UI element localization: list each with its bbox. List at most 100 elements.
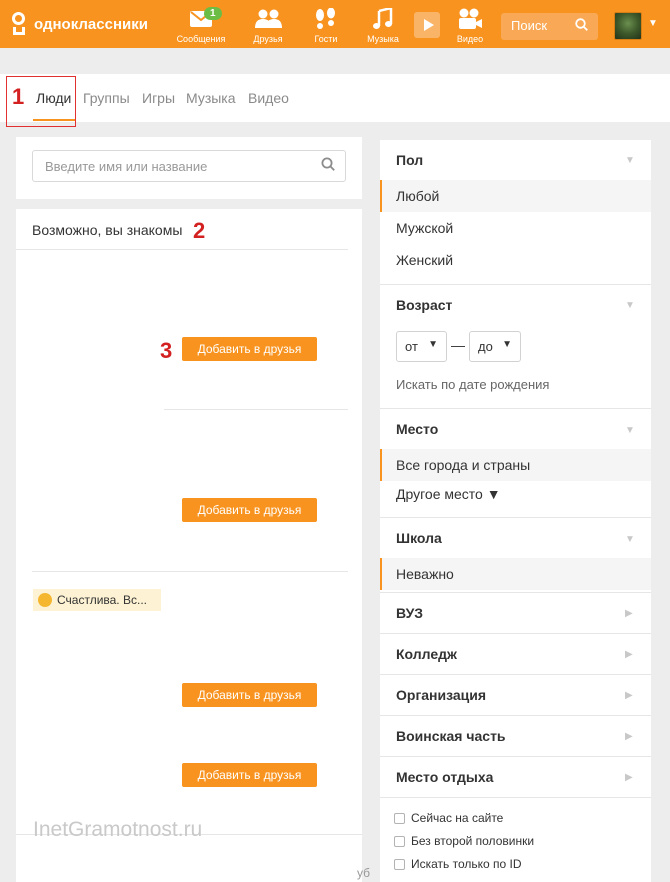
chevron-down-icon: ▼ [428,339,438,350]
filter-divider [380,408,651,409]
unread-messages-badge: 1 [204,7,222,20]
annotation-number-1: 1 [12,84,25,109]
chevron-right-icon[interactable]: ▶ [625,608,633,619]
age-to-value: до [478,339,493,354]
footprints-icon [296,6,356,32]
chevron-down-icon[interactable]: ▼ [625,425,635,436]
tab-groups[interactable]: Группы [83,90,130,106]
checkbox-label: Искать только по ID [411,857,522,871]
checkbox-online-now[interactable]: Сейчас на сайте [394,811,503,825]
search-by-birthdate-link[interactable]: Искать по дате рождения [396,377,549,392]
gender-option-any[interactable]: Любой [396,188,439,204]
header-search-placeholder: Поиск [511,18,548,33]
age-from-select[interactable]: от ▼ [396,331,447,362]
chevron-down-icon[interactable]: ▼ [648,18,658,29]
filter-divider [380,674,651,675]
search-category-tabs: Люди Группы Игры Музыка Видео [0,74,670,122]
section-divider [16,249,348,250]
school-option-any[interactable]: Неважно [396,566,454,582]
age-range-dash: — [451,337,465,353]
chevron-right-icon[interactable]: ▶ [625,649,633,660]
music-note-icon [353,6,413,32]
search-icon[interactable] [321,157,335,175]
annotation-number-2: 2 [193,218,206,243]
nav-guests-label: Гости [314,34,338,44]
filter-divider [380,592,651,593]
nav-friends-label: Друзья [253,34,283,44]
gender-option-male[interactable]: Мужской [396,220,453,236]
list-item-divider [32,571,348,572]
nav-messages[interactable]: 1 Сообщения [171,6,231,44]
place-option-other[interactable]: Другое место ▼ [396,486,501,502]
list-item-divider [164,409,348,410]
ok-logo-icon [10,11,28,37]
add-friend-button[interactable]: Добавить в друзья [182,763,317,787]
people-search-input[interactable]: Введите имя или название [32,150,346,182]
checkbox[interactable] [394,858,405,870]
filter-gender-title[interactable]: Пол [396,152,423,168]
user-status-chip: Счастлива. Вс... [33,589,161,611]
nav-friends[interactable]: Друзья [238,6,298,44]
watermark: InetGramotnost.ru [33,818,203,841]
nav-music-label: Музыка [367,34,399,44]
checkbox[interactable] [394,812,405,824]
suggested-people-title: Возможно, вы знакомы [32,222,183,238]
tab-games[interactable]: Игры [142,90,175,106]
add-friend-button[interactable]: Добавить в друзья [182,498,317,522]
header-search-input[interactable]: Поиск [501,13,598,40]
tab-video[interactable]: Видео [248,90,289,106]
nav-video[interactable]: Видео [440,6,500,44]
tab-music[interactable]: Музыка [186,90,236,106]
site-logo[interactable]: одноклассники [10,10,148,38]
filter-organization-title[interactable]: Организация [396,687,486,703]
checkbox-label: Без второй половинки [411,834,535,848]
envelope-icon [171,6,231,32]
annotation-number-3: 3 [160,338,173,363]
nav-music[interactable]: Музыка [353,6,413,44]
filter-university-title[interactable]: ВУЗ [396,605,423,621]
age-from-value: от [405,339,418,354]
filter-divider [380,715,651,716]
cut-off-text: уб [357,866,371,880]
checkbox-label: Сейчас на сайте [411,811,504,825]
gender-option-female[interactable]: Женский [396,252,453,268]
people-search-placeholder: Введите имя или название [45,159,208,174]
filter-divider [380,797,651,798]
filter-college-title[interactable]: Колледж [396,646,457,662]
user-status-text: Счастлива. Вс... [57,593,147,607]
chevron-down-icon[interactable]: ▼ [625,155,635,166]
add-friend-button[interactable]: Добавить в друзья [182,337,317,361]
filter-divider [380,756,651,757]
chevron-right-icon[interactable]: ▶ [625,731,633,742]
age-to-select[interactable]: до ▼ [469,331,521,362]
nav-video-label: Видео [456,34,484,44]
place-option-all[interactable]: Все города и страны [396,457,530,473]
nav-guests[interactable]: Гости [296,6,356,44]
friends-icon [238,6,298,32]
checkbox-single[interactable]: Без второй половинки [394,834,534,848]
chevron-right-icon[interactable]: ▶ [625,690,633,701]
chevron-right-icon[interactable]: ▶ [625,772,633,783]
nav-messages-label: Сообщения [176,34,226,44]
filter-divider [380,633,651,634]
checkbox-search-by-id[interactable]: Искать только по ID [394,857,522,871]
filter-vacation-place-title[interactable]: Место отдыха [396,769,493,785]
user-avatar[interactable] [614,12,642,40]
top-navigation-bar: одноклассники 1 Сообщения Друзья Гости М… [0,0,670,48]
chevron-down-icon[interactable]: ▼ [625,534,635,545]
checkbox[interactable] [394,835,405,847]
filter-place-title[interactable]: Место [396,421,438,437]
chevron-down-icon: ▼ [502,339,512,350]
filter-military-unit-title[interactable]: Воинская часть [396,728,506,744]
video-camera-icon [440,6,500,32]
filter-age-title[interactable]: Возраст [396,297,452,313]
filter-divider [380,284,651,285]
logo-text: одноклассники [34,15,148,33]
filter-divider [380,517,651,518]
search-icon[interactable] [575,18,588,34]
add-friend-button[interactable]: Добавить в друзья [182,683,317,707]
play-icon[interactable] [414,12,440,38]
chevron-down-icon[interactable]: ▼ [625,300,635,311]
filter-school-title[interactable]: Школа [396,530,442,546]
smiley-icon [38,593,52,607]
